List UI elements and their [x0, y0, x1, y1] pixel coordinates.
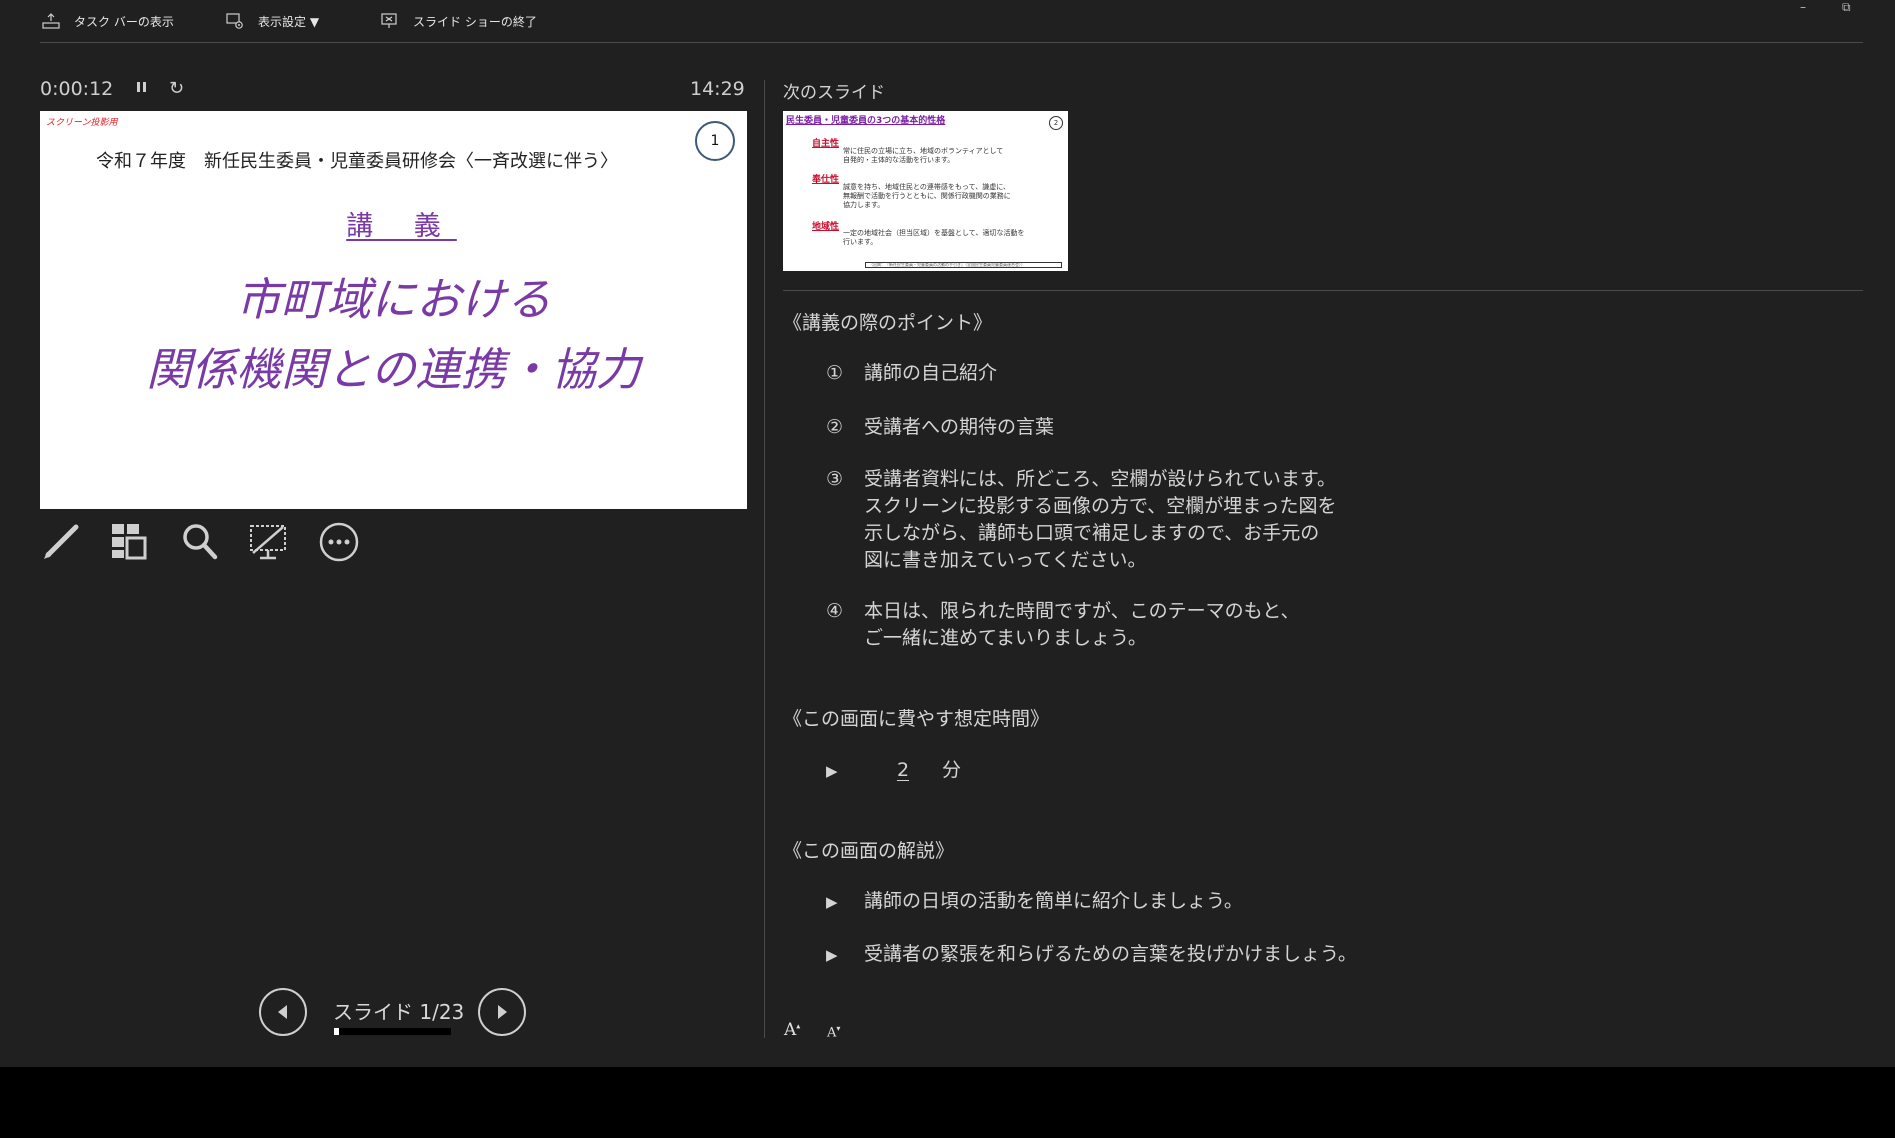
current-time: 14:29 [690, 78, 745, 100]
next-arrow-icon [498, 1005, 507, 1019]
slide-subtitle: 令和７年度 新任民生委員・児童委員研修会〈一斉改選に伴う〉 [96, 151, 618, 172]
thumb-body-3: 一定の地域社会（担当区域）を基盤として、適切な活動を 行います。 [843, 229, 1025, 246]
slide-counter: スライド 1/23 [333, 1000, 465, 1024]
see-all-slides-button[interactable] [107, 520, 151, 564]
notes-point-2: ② 受講者への期待の言葉 [826, 416, 1055, 438]
end-slideshow-icon [381, 13, 397, 28]
notes-explain-1: ▶ 講師の日頃の活動を簡単に紹介しましょう。 [826, 888, 1243, 916]
notes-time-item: ▶ 2 分 [826, 757, 961, 785]
notes-point-1: ① 講師の自己紹介 [826, 362, 998, 384]
notes-point-3: ③ 受講者資料には、所どころ、空欄が設けられています。 スクリーンに投影する画像… [826, 468, 1337, 571]
arrow-icon: ▶ [826, 946, 838, 964]
slide-lecture-label: 講 義 [346, 211, 457, 242]
thumb-body-1: 常に住民の立場に立ち、地域のボランティアとして 自発的・主体的な活動を行います。 [843, 147, 1004, 164]
black-screen-button[interactable] [246, 520, 290, 564]
pen-tool-button[interactable] [39, 520, 83, 564]
thumb-number: 2 [1049, 116, 1063, 130]
pane-divider[interactable] [764, 80, 765, 1038]
notes-divider [783, 290, 1863, 291]
end-slideshow-button[interactable]: スライド ショーの終了 [381, 10, 537, 32]
end-slideshow-label: スライド ショーの終了 [413, 14, 537, 29]
thumb-heading-3: 地域性 [812, 222, 840, 232]
elapsed-timer: 0:00:12 [40, 78, 114, 100]
taskbar-icon [42, 13, 60, 29]
next-slide-thumbnail[interactable]: 民生委員・児童委員の3つの基本的性格 2 自主性 常に住民の立場に立ち、地域のボ… [783, 111, 1068, 271]
thumb-footer: （出典：『新任民生委員・児童委員の活動の手引き』（全国民生委員児童委員連合会）） [865, 262, 1062, 268]
notes-heading-time: 《この画面に費やす想定時間》 [783, 708, 1050, 730]
notes-point-4: ④ 本日は、限られた時間ですが、このテーマのもと、 ご一緒に進めてまいりましょう… [826, 600, 1300, 649]
font-increase-icon: A [784, 1020, 797, 1040]
slide-title-line2: 関係機関との連携・協力 [146, 343, 641, 396]
font-decrease-icon: A [827, 1025, 837, 1041]
pause-icon [137, 82, 146, 92]
slide-number-badge: 1 [695, 121, 735, 161]
notes-heading-explain: 《この画面の解説》 [783, 840, 955, 862]
toolbar-divider [40, 42, 1863, 43]
thumb-title: 民生委員・児童委員の3つの基本的性格 [786, 116, 946, 126]
increase-font-button[interactable]: A▴ [784, 1020, 800, 1040]
arrow-icon: ▶ [826, 893, 838, 911]
thumb-body-2: 誠意を持ち、地域住民との連帯感をもって、謙虚に、 無報酬で活動を行うとともに、関… [843, 183, 1011, 209]
current-slide[interactable]: スクリーン投影用 1 令和７年度 新任民生委員・児童委員研修会〈一斉改選に伴う〉… [40, 111, 747, 509]
display-settings-icon [226, 13, 243, 29]
slides-grid-icon [112, 524, 147, 560]
zoom-button[interactable] [178, 520, 222, 564]
more-options-button[interactable] [317, 520, 361, 564]
presenter-view: タスク バーの表示 表示設定 ▼ スライド ショーの終了 – ⧉ 0:00:12… [0, 0, 1895, 1067]
slide-progress-bar [334, 1028, 451, 1035]
show-taskbar-label: タスク バーの表示 [74, 14, 174, 29]
zoom-icon [183, 524, 218, 560]
more-options-icon [319, 522, 359, 562]
thumb-heading-2: 奉仕性 [812, 175, 840, 185]
restart-icon: ↻ [169, 78, 185, 99]
next-slide-label: 次のスライド [783, 83, 885, 103]
slide-note: スクリーン投影用 [46, 118, 118, 128]
minimize-button[interactable]: – [1800, 0, 1806, 14]
previous-arrow-icon [278, 1005, 287, 1019]
notes-explain-2: ▶ 受講者の緊張を和らげるための言葉を投げかけましょう。 [826, 941, 1357, 969]
slide-title-line1: 市町域における [235, 273, 551, 326]
notes-heading-points: 《講義の際のポイント》 [783, 312, 993, 334]
restart-timer-button[interactable]: ↻ [169, 78, 184, 99]
thumb-heading-1: 自主性 [812, 139, 840, 149]
pen-icon [44, 524, 79, 559]
show-taskbar-button[interactable]: タスク バーの表示 [42, 10, 174, 32]
previous-slide-button[interactable] [259, 988, 307, 1036]
slide-progress-fill [334, 1028, 339, 1035]
decrease-font-button[interactable]: A▾ [827, 1024, 840, 1040]
next-slide-button[interactable] [478, 988, 526, 1036]
black-screen-icon [250, 525, 286, 560]
arrow-icon: ▶ [826, 762, 838, 780]
display-settings-button[interactable]: 表示設定 ▼ [226, 10, 319, 32]
restore-button[interactable]: ⧉ [1842, 0, 1851, 15]
pause-timer-button[interactable] [135, 78, 149, 101]
display-settings-label: 表示設定 ▼ [258, 14, 320, 29]
